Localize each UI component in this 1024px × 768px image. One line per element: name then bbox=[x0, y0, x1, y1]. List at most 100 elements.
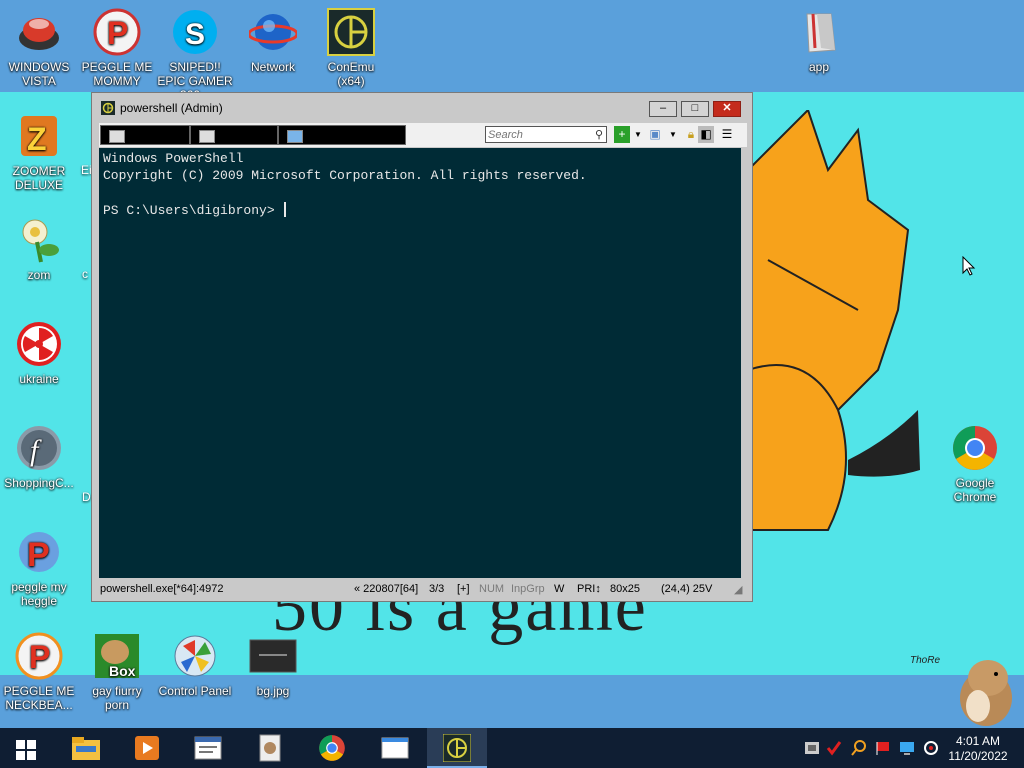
close-button[interactable]: ✕ bbox=[713, 101, 741, 117]
start-button[interactable] bbox=[0, 728, 54, 768]
desktop-icon-label: app bbox=[808, 60, 830, 74]
box-hamster-icon: Box bbox=[93, 632, 141, 680]
tray-security-icon[interactable] bbox=[826, 740, 842, 756]
windows-logo-icon bbox=[16, 740, 36, 760]
taskbar-conemu[interactable] bbox=[427, 728, 487, 768]
radiation-icon bbox=[15, 320, 63, 368]
conemu-icon bbox=[327, 8, 375, 56]
status-tabs[interactable]: 3/3 bbox=[429, 583, 444, 595]
desktop-icon-label: Control Panel bbox=[158, 684, 232, 698]
lock-icon[interactable]: 🔒︎ bbox=[683, 126, 699, 143]
desktop-icon-conemu[interactable]: ConEmu (x64) bbox=[313, 8, 389, 88]
taskbar-photos[interactable] bbox=[240, 728, 300, 768]
desktop-icon-peggle-my-heggle[interactable]: P peggle my heggle bbox=[1, 528, 77, 608]
tray-display-icon[interactable] bbox=[899, 740, 915, 756]
resize-grip-icon[interactable]: ◢ bbox=[734, 583, 742, 596]
tray-network-icon[interactable] bbox=[804, 740, 820, 756]
desktop-icon-label: WINDOWS VISTA bbox=[8, 60, 70, 88]
console-tab-icon bbox=[109, 130, 125, 143]
console-tab-3[interactable] bbox=[278, 125, 406, 145]
taskbar-window[interactable] bbox=[365, 728, 425, 768]
desktop-icon-label: peggle my heggle bbox=[11, 580, 67, 608]
status-process: powershell.exe[*64]:4972 bbox=[100, 583, 224, 595]
desktop-icon-app[interactable]: app bbox=[781, 8, 857, 74]
tray-volume-icon[interactable] bbox=[923, 740, 939, 756]
desktop-icon-gay-fiurry[interactable]: Box gay fiurry porn bbox=[79, 632, 155, 712]
svg-text:Box: Box bbox=[109, 663, 136, 679]
desktop-icon-label: Google Chrome bbox=[953, 476, 997, 504]
status-inpgrp: InpGrp bbox=[511, 583, 545, 595]
status-w: W bbox=[554, 583, 565, 595]
vertical-scrollbar[interactable] bbox=[741, 148, 751, 578]
console-line: Windows PowerShell bbox=[103, 151, 244, 166]
wallpaper-signature: ThoRe bbox=[910, 655, 941, 666]
split-view-icon[interactable]: ◧ bbox=[698, 126, 714, 143]
document-window-icon bbox=[194, 736, 222, 760]
taskbar-media-player[interactable] bbox=[117, 728, 177, 768]
taskbar-document-app[interactable] bbox=[178, 728, 238, 768]
desktop-icon-label: zom bbox=[27, 268, 51, 282]
minimize-button[interactable]: – bbox=[649, 101, 677, 117]
console-tab-icon bbox=[287, 130, 303, 143]
status-num: NUM bbox=[479, 583, 505, 595]
window-titlebar[interactable]: powershell (Admin) – □ ✕ bbox=[92, 93, 752, 121]
desktop-icon-control-panel[interactable]: Control Panel bbox=[157, 632, 233, 698]
menu-icon[interactable]: ☰ bbox=[719, 126, 735, 143]
console-tab-1[interactable] bbox=[100, 125, 190, 145]
desktop-icon-network[interactable]: Network bbox=[235, 8, 311, 74]
network-globe-icon bbox=[247, 8, 299, 56]
svg-text:P: P bbox=[27, 536, 50, 574]
window-title: powershell (Admin) bbox=[120, 101, 223, 115]
mouse-pointer-icon bbox=[962, 256, 976, 276]
status-bar: powershell.exe[*64]:4972 « 220807[64] 3/… bbox=[92, 579, 752, 601]
search-input[interactable] bbox=[488, 128, 588, 141]
console-output[interactable]: Windows PowerShell Copyright (C) 2009 Mi… bbox=[99, 148, 747, 578]
taskbar-file-explorer[interactable] bbox=[56, 728, 116, 768]
svg-text:P: P bbox=[107, 15, 128, 51]
partial-icon-label: c bbox=[82, 267, 88, 281]
app-icon bbox=[795, 8, 843, 56]
conemu-window[interactable]: powershell (Admin) – □ ✕ ⚲ + ▼ ▣ ▼ 🔒︎ ◧ … bbox=[91, 92, 753, 602]
new-console-dropdown-icon[interactable]: ▼ bbox=[630, 126, 646, 143]
vista-orb-icon bbox=[15, 8, 63, 56]
desktop-icon-shoppingc[interactable]: f ShoppingC... bbox=[1, 424, 77, 490]
taskbar-clock[interactable]: 4:01 AM 11/20/2022 bbox=[940, 734, 1016, 764]
desktop-icon-label: bg.jpg bbox=[256, 684, 290, 698]
desktop-icon-label: gay fiurry porn bbox=[92, 684, 142, 712]
desktop-icon-label: ConEmu (x64) bbox=[327, 60, 375, 88]
peggle-icon: P bbox=[93, 8, 141, 56]
desktop-icon-zom[interactable]: zom bbox=[1, 216, 77, 282]
chrome-icon bbox=[951, 424, 999, 472]
search-box[interactable]: ⚲ bbox=[485, 126, 607, 143]
text-cursor bbox=[284, 202, 287, 217]
status-size[interactable]: 80x25 bbox=[610, 583, 640, 595]
svg-text:P: P bbox=[29, 639, 50, 675]
window-list-icon[interactable]: ▣ bbox=[647, 126, 663, 143]
desktop-icon-peggle-me-mommy[interactable]: P PEGGLE ME MOMMY bbox=[79, 8, 155, 88]
desktop-icon-google-chrome[interactable]: Google Chrome bbox=[937, 424, 1013, 504]
desktop-icon-label: Network bbox=[250, 60, 295, 74]
zombie-flower-icon bbox=[15, 216, 63, 264]
window-dropdown-icon[interactable]: ▼ bbox=[665, 126, 681, 143]
desktop-icon-label: PEGGLE ME MOMMY bbox=[81, 60, 153, 88]
desktop-icon-ukraine[interactable]: ukraine bbox=[1, 320, 77, 386]
console-tab-2[interactable] bbox=[190, 125, 278, 145]
hamster-image bbox=[960, 660, 1012, 726]
new-console-button[interactable]: + bbox=[614, 126, 630, 143]
tray-flag-icon[interactable] bbox=[875, 740, 891, 756]
taskbar-chrome[interactable] bbox=[302, 728, 362, 768]
desktop-icon-peggle-me-neckbea[interactable]: P PEGGLE ME NECKBEA... bbox=[1, 632, 77, 712]
status-buffer[interactable]: « 220807[64] bbox=[354, 583, 418, 595]
console-tab-icon bbox=[199, 130, 215, 143]
desktop-icon-zoomer-deluxe[interactable]: Z ZOOMER DELUXE bbox=[1, 112, 77, 192]
desktop-icon-bg-jpg[interactable]: bg.jpg bbox=[235, 632, 311, 698]
desktop-icon-label: ZOOMER DELUXE bbox=[12, 164, 66, 192]
tray-search-icon[interactable] bbox=[851, 740, 867, 756]
svg-text:Z: Z bbox=[27, 121, 47, 157]
status-priority[interactable]: PRI↕ bbox=[577, 583, 601, 595]
desktop-icon-sniped[interactable]: S SNIPED!! EPIC GAMER 360... bbox=[157, 8, 233, 102]
desktop-icon-windows-vista[interactable]: WINDOWS VISTA bbox=[1, 8, 77, 88]
maximize-button[interactable]: □ bbox=[681, 101, 709, 117]
status-plus[interactable]: [+] bbox=[457, 583, 470, 595]
svg-text:S: S bbox=[185, 18, 205, 51]
